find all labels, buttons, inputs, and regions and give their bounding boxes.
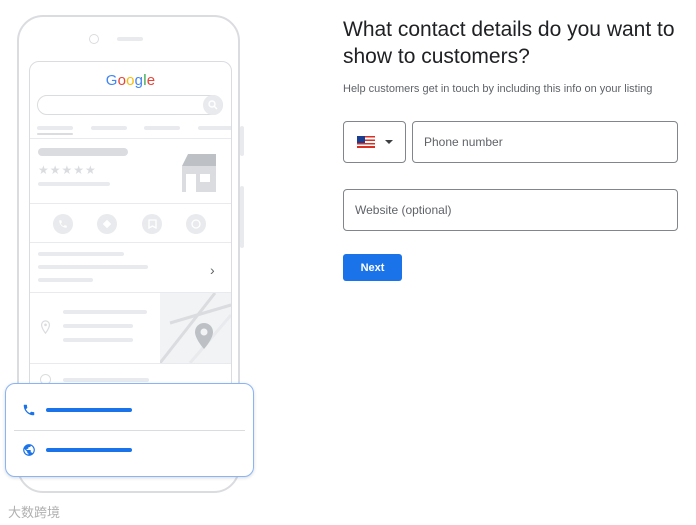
card-phone-row — [22, 403, 132, 417]
watermark-logo: 大数跨境 — [8, 506, 61, 521]
website-line-placeholder — [46, 448, 132, 452]
search-icon — [203, 95, 223, 115]
save-action-icon — [142, 214, 162, 234]
category-placeholder — [38, 182, 110, 186]
phone-side-button — [240, 126, 244, 156]
tab-placeholder — [37, 126, 73, 130]
chevron-right-icon: › — [210, 262, 215, 278]
location-pin-icon — [40, 320, 51, 334]
dropdown-caret-icon — [384, 140, 393, 144]
phone-line-placeholder — [46, 408, 132, 412]
tab-underline — [37, 133, 73, 135]
country-code-select[interactable] — [343, 121, 406, 163]
next-button[interactable]: Next — [343, 254, 402, 281]
divider — [30, 203, 231, 204]
address-line-placeholder — [63, 310, 147, 314]
hours-line-placeholder — [63, 378, 149, 382]
address-line-placeholder — [63, 324, 133, 328]
tab-placeholder — [91, 126, 127, 130]
tab-placeholder — [198, 126, 231, 130]
info-line-placeholder — [38, 265, 148, 269]
search-bar-illustration — [37, 95, 223, 115]
contact-info-card — [5, 383, 254, 477]
divider — [30, 363, 231, 364]
globe-icon — [23, 444, 35, 456]
divider — [30, 138, 231, 139]
camera-dot — [89, 34, 99, 44]
rating-stars: ★★★★★ — [38, 163, 97, 177]
divider — [14, 430, 245, 431]
call-action-icon — [53, 214, 73, 234]
phone-side-button — [240, 186, 244, 248]
page-subtitle: Help customers get in touch by including… — [343, 83, 653, 95]
divider — [30, 242, 231, 243]
us-flag-icon — [356, 136, 375, 148]
info-line-placeholder — [38, 278, 93, 282]
phone-number-input[interactable] — [412, 121, 678, 163]
tab-placeholder — [144, 126, 180, 130]
card-website-row — [22, 443, 132, 457]
address-line-placeholder — [63, 338, 133, 342]
business-name-placeholder — [38, 148, 128, 156]
directions-action-icon — [97, 214, 117, 234]
info-line-placeholder — [38, 252, 124, 256]
map-thumbnail — [160, 293, 231, 363]
website-action-icon — [186, 214, 206, 234]
storefront-icon — [182, 154, 216, 192]
phone-icon — [23, 404, 35, 416]
page-title: What contact details do you want to show… — [343, 18, 675, 68]
speaker-slot — [117, 37, 143, 41]
website-input[interactable] — [343, 189, 678, 231]
google-logo: Google — [105, 72, 156, 89]
